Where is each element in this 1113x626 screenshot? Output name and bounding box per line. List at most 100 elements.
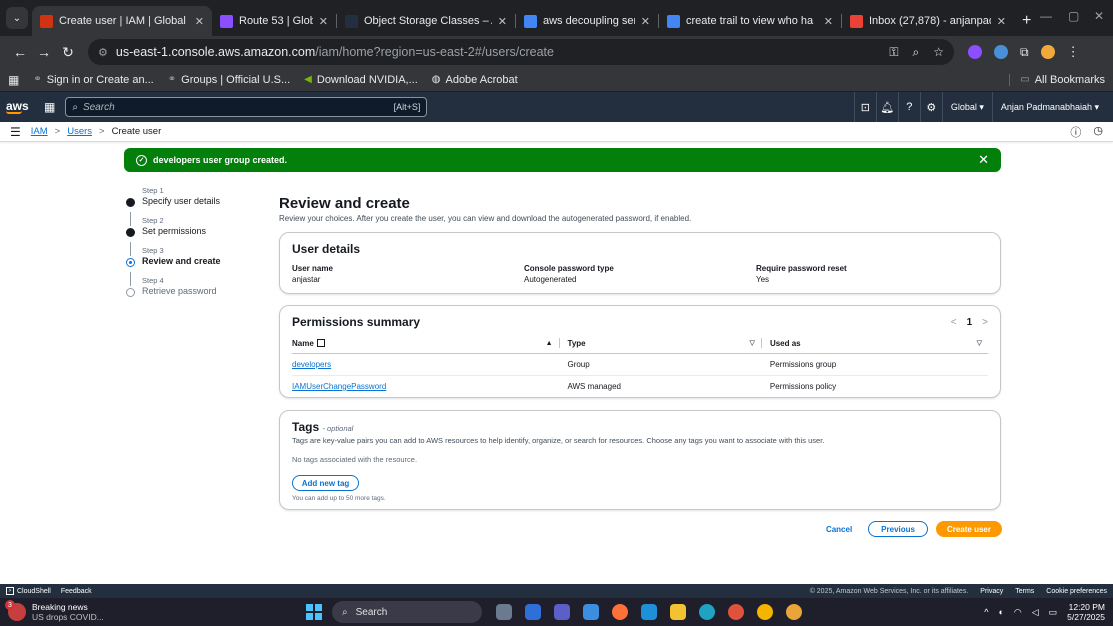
clock[interactable]: 12:20 PM 5/27/2025 [1067, 602, 1105, 622]
cancel-button[interactable]: Cancel [826, 525, 852, 534]
taskbar-search[interactable]: ⌕ Search [332, 601, 482, 623]
edge-icon[interactable] [699, 604, 715, 620]
browser-tab[interactable]: Inbox (27,878) - anjanpad ✕ [842, 6, 1014, 36]
browser-menu-icon[interactable]: ⋮ [1067, 44, 1080, 60]
browser-tab[interactable]: aws decoupling services - ✕ [516, 6, 658, 36]
clock-icon[interactable]: ◷ [1093, 124, 1103, 140]
wifi-icon[interactable]: ◠ [1014, 607, 1022, 618]
tab-close-icon[interactable]: ✕ [319, 15, 328, 28]
tab-search-button[interactable]: ⌄ [6, 7, 28, 29]
tab-close-icon[interactable]: ✕ [641, 15, 650, 28]
chrome-icon[interactable] [786, 604, 802, 620]
site-info-icon[interactable]: ⚙ [98, 46, 108, 59]
create-user-button[interactable]: Create user [935, 521, 1002, 537]
breadcrumb-iam[interactable]: IAM [31, 126, 48, 137]
tray-app-icon[interactable]: ◐ [998, 607, 1003, 617]
all-bookmarks-button[interactable]: ▭ All Bookmarks [1009, 73, 1105, 86]
maximize-icon[interactable]: ▢ [1068, 9, 1079, 23]
windows-start-icon[interactable] [306, 604, 322, 620]
calendar-icon[interactable] [583, 604, 599, 620]
cloudshell-icon[interactable]: ⊡ [853, 92, 876, 122]
column-header-used-as[interactable]: Used as ▽ [760, 338, 988, 348]
group-link-developers[interactable]: developers [292, 360, 331, 369]
reload-icon[interactable]: ↻ [56, 44, 80, 61]
firefox-icon[interactable] [612, 604, 628, 620]
page-number[interactable]: 1 [967, 317, 973, 328]
battery-icon[interactable]: ▭ [1049, 607, 1058, 618]
teams-icon[interactable] [554, 604, 570, 620]
cloudshell-button[interactable]: > CloudShell [6, 587, 51, 595]
previous-button[interactable]: Previous [868, 521, 928, 537]
extensions-puzzle-icon[interactable]: ⧉ [1020, 45, 1029, 60]
tab-favicon-icon [220, 14, 233, 28]
browser-tab[interactable]: Create user | IAM | Global ✕ [32, 6, 212, 36]
search-icon: ⌕ [342, 606, 348, 618]
close-window-icon[interactable]: ✕ [1094, 9, 1104, 23]
new-tab-button[interactable]: + [1022, 12, 1031, 30]
side-nav-toggle-icon[interactable]: ☰ [10, 125, 21, 139]
privacy-link[interactable]: Privacy [980, 588, 1003, 595]
news-widget[interactable]: 3 Breaking news US drops COVID... [5, 600, 138, 622]
wizard-step-1[interactable]: Step 1 Specify user details [124, 186, 264, 207]
cookie-preferences-link[interactable]: Cookie preferences [1046, 588, 1107, 595]
column-header-type[interactable]: Type ▽ [558, 338, 761, 348]
breadcrumb-users[interactable]: Users [67, 126, 92, 137]
tab-close-icon[interactable]: ✕ [195, 15, 204, 28]
back-icon[interactable]: ← [8, 44, 32, 60]
minimize-icon[interactable]: — [1040, 9, 1052, 23]
sort-icon[interactable]: ▽ [977, 339, 988, 347]
url-input[interactable]: ⚙ us-east-1.console.aws.amazon.com/iam/h… [88, 39, 954, 65]
help-icon[interactable]: ? [897, 92, 920, 122]
app-icon[interactable] [641, 604, 657, 620]
chevron-right-icon: > [54, 126, 61, 137]
terms-link[interactable]: Terms [1015, 588, 1034, 595]
column-header-name[interactable]: Name ▲ [292, 338, 559, 348]
settings-gear-icon[interactable]: ⚙ [919, 92, 942, 122]
bookmark-item[interactable]: ◀ Download NVIDIA,... [304, 74, 418, 86]
feedback-link[interactable]: Feedback [61, 588, 92, 595]
browser-tab[interactable]: Object Storage Classes – A ✕ [337, 6, 515, 36]
file-explorer-icon[interactable] [670, 604, 686, 620]
sort-icon[interactable]: ▽ [750, 339, 761, 347]
app-icon[interactable] [728, 604, 744, 620]
chevron-left-icon[interactable]: < [951, 317, 957, 328]
tab-close-icon[interactable]: ✕ [997, 15, 1006, 28]
chrome-icon[interactable] [757, 604, 773, 620]
extension-icon[interactable] [994, 45, 1008, 59]
policy-link-iamuserchangepassword[interactable]: IAMUserChangePassword [292, 382, 386, 391]
chevron-right-icon[interactable]: > [982, 317, 988, 328]
info-icon[interactable]: ⓘ [1070, 124, 1081, 140]
region-selector[interactable]: Global ▾ [941, 92, 992, 122]
tab-close-icon[interactable]: ✕ [498, 15, 507, 28]
browser-tab[interactable]: create trail to view who ha ✕ [659, 6, 841, 36]
zoom-icon[interactable]: ⌕ [913, 45, 920, 60]
row-type: AWS managed [567, 382, 621, 391]
add-new-tag-button[interactable]: Add new tag [292, 475, 359, 491]
volume-icon[interactable]: ◁ [1032, 607, 1039, 618]
bookmark-item[interactable]: ⚭ Groups | Official U.S... [168, 74, 290, 86]
news-title: Breaking news [32, 602, 88, 612]
task-view-icon[interactable] [496, 604, 512, 620]
tab-close-icon[interactable]: ✕ [824, 15, 833, 28]
sort-ascending-icon[interactable]: ▲ [546, 340, 559, 347]
extension-icon[interactable] [968, 45, 982, 59]
browser-tab[interactable]: Route 53 | Global ✕ [212, 6, 336, 36]
notifications-icon[interactable]: 🔔︎ [875, 92, 898, 122]
check-circle-icon: ✓ [136, 154, 147, 166]
close-icon[interactable]: ✕ [978, 152, 989, 168]
wizard-step-2[interactable]: Step 2 Set permissions [124, 216, 264, 237]
chevron-up-icon[interactable]: ^ [984, 607, 988, 617]
account-menu[interactable]: Anjan Padmanabhaiah ▾ [991, 92, 1107, 122]
password-key-icon[interactable]: ⚿ [889, 45, 898, 60]
profile-avatar[interactable] [1040, 45, 1055, 59]
bookmark-item[interactable]: ◍ Adobe Acrobat [432, 74, 518, 86]
bookmark-item[interactable]: ⚭ Sign in or Create an... [33, 74, 153, 86]
forward-icon[interactable]: → [32, 44, 56, 60]
password-reset-label: Require password reset [756, 264, 847, 273]
aws-logo[interactable]: aws [6, 100, 30, 114]
bookmark-star-icon[interactable]: ☆ [933, 45, 944, 60]
apps-grid-icon[interactable]: ▦ [8, 73, 19, 87]
app-icon[interactable] [525, 604, 541, 620]
services-menu-icon[interactable]: ▦ [44, 100, 55, 114]
aws-search-input[interactable]: ⌕ Search [Alt+S] [65, 97, 428, 117]
